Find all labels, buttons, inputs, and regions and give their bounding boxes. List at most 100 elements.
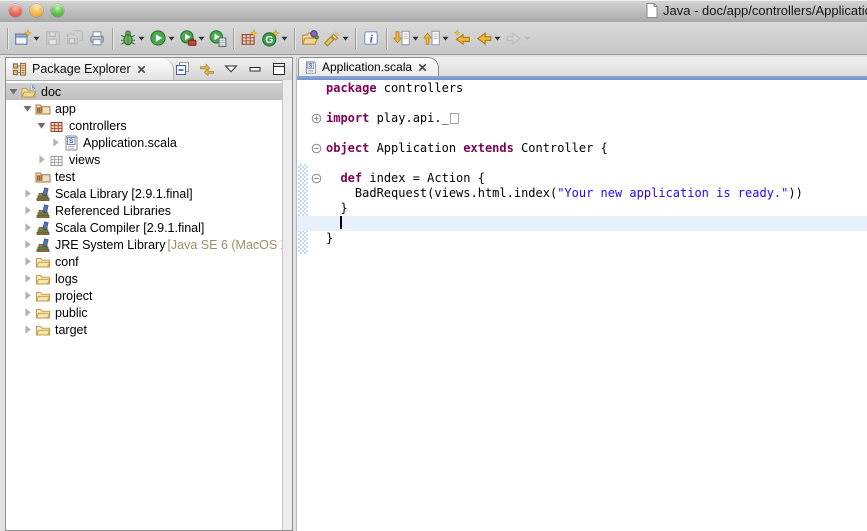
run-button[interactable] xyxy=(147,26,177,51)
package-explorer-scrollbar[interactable] xyxy=(282,80,292,530)
run-coverage-button[interactable] xyxy=(207,26,229,51)
code-line-9[interactable]: } xyxy=(297,201,867,216)
code-line-1[interactable]: package controllers xyxy=(297,81,867,96)
open-task-button[interactable] xyxy=(299,26,321,51)
code-line-7[interactable]: def index = Action { xyxy=(297,171,867,186)
editor-tab-application-scala[interactable]: S Application.scala xyxy=(298,57,439,76)
tree-item-target[interactable]: target xyxy=(6,321,283,338)
debug-icon xyxy=(119,29,137,47)
tree-item-scala-library-2-9-1-final[interactable]: Scala Library [2.9.1.final] xyxy=(6,185,283,202)
tree-item-public[interactable]: public xyxy=(6,304,283,321)
code-line-11[interactable]: } xyxy=(297,231,867,246)
folded-region-box[interactable] xyxy=(450,113,459,124)
code-line-6[interactable] xyxy=(297,156,867,171)
dropdown-arrow-icon[interactable] xyxy=(442,36,449,41)
code-line-3[interactable]: import play.api._ xyxy=(297,111,867,126)
tree-item-label: Scala Compiler [2.9.1.final] xyxy=(53,221,204,235)
dropdown-arrow-icon[interactable] xyxy=(412,36,419,41)
expand-arrow-icon[interactable] xyxy=(22,324,33,335)
dropdown-arrow-icon[interactable] xyxy=(524,36,531,41)
expand-arrow-icon[interactable] xyxy=(22,188,33,199)
collapse-arrow-icon[interactable] xyxy=(8,86,19,97)
folder-icon xyxy=(35,254,51,270)
dropdown-arrow-icon[interactable] xyxy=(33,36,40,41)
expand-arrow-icon[interactable] xyxy=(36,154,47,165)
code-editor[interactable]: package controllers import play.api._obje… xyxy=(297,80,867,531)
dropdown-arrow-icon[interactable] xyxy=(281,36,288,41)
minimize-window-button[interactable] xyxy=(30,4,43,17)
new-java-class-button[interactable]: G xyxy=(260,26,290,51)
expand-arrow-icon[interactable] xyxy=(22,222,33,233)
dropdown-arrow-icon[interactable] xyxy=(138,36,145,41)
dropdown-arrow-icon[interactable] xyxy=(168,36,175,41)
tree-item-views[interactable]: views xyxy=(6,151,283,168)
tree-item-jre-system-library[interactable]: JRE System Library [Java SE 6 (MacOS X D… xyxy=(6,236,283,253)
package-explorer-header: Package Explorer xyxy=(6,58,292,81)
package-explorer-tab[interactable]: Package Explorer xyxy=(6,58,174,80)
tree-item-conf[interactable]: conf xyxy=(6,253,283,270)
expand-arrow-icon[interactable] xyxy=(22,205,33,216)
expand-arrow-icon[interactable] xyxy=(22,256,33,267)
code-line-5[interactable]: object Application extends Controller { xyxy=(297,141,867,156)
fold-minus-icon[interactable] xyxy=(311,173,322,184)
next-annotation-button[interactable] xyxy=(391,26,421,51)
scala-file-icon: S xyxy=(63,135,79,151)
collapse-all-button[interactable] xyxy=(175,61,191,77)
code-line-10[interactable] xyxy=(297,216,867,231)
code-line-2[interactable] xyxy=(297,96,867,111)
code-token: package xyxy=(326,81,377,95)
run-external-tools-button[interactable] xyxy=(177,26,207,51)
link-with-editor-button[interactable] xyxy=(199,61,215,77)
fold-plus-icon[interactable] xyxy=(311,113,322,124)
code-token: extends xyxy=(463,141,514,155)
tree-item-test[interactable]: test xyxy=(6,168,283,185)
expand-arrow-icon[interactable] xyxy=(50,137,61,148)
back-button[interactable] xyxy=(473,26,503,51)
tree-item-doc[interactable]: Sdoc xyxy=(6,83,283,100)
collapse-arrow-icon[interactable] xyxy=(22,103,33,114)
zoom-window-button[interactable] xyxy=(51,4,64,17)
tree-item-app[interactable]: app xyxy=(6,100,283,117)
new-java-package-button[interactable] xyxy=(238,26,260,51)
close-view-icon[interactable] xyxy=(136,64,147,75)
collapse-arrow-icon[interactable] xyxy=(36,120,47,131)
code-line-4[interactable] xyxy=(297,126,867,141)
expand-arrow-icon[interactable] xyxy=(22,273,33,284)
source-folder-icon xyxy=(35,101,51,117)
expand-arrow-icon[interactable] xyxy=(22,239,33,250)
expand-arrow-icon[interactable] xyxy=(22,290,33,301)
info-button[interactable]: i xyxy=(360,26,382,51)
tree-item-application-scala[interactable]: SApplication.scala xyxy=(6,134,283,151)
toolbar-separator xyxy=(355,28,356,49)
fold-minus-icon[interactable] xyxy=(311,143,322,154)
dropdown-arrow-icon[interactable] xyxy=(198,36,205,41)
tree-item-controllers[interactable]: controllers xyxy=(6,117,283,134)
maximize-button[interactable] xyxy=(271,61,287,77)
text-cursor xyxy=(340,216,342,229)
new-wizard-button[interactable] xyxy=(12,26,42,51)
search-button[interactable] xyxy=(321,26,351,51)
code-line-8[interactable]: BadRequest(views.html.index("Your new ap… xyxy=(297,186,867,201)
close-tab-icon[interactable] xyxy=(417,62,428,73)
print-button[interactable] xyxy=(86,26,108,51)
view-menu-button[interactable] xyxy=(223,61,239,77)
minimize-button[interactable] xyxy=(247,61,263,77)
code-token: play.api._ xyxy=(369,111,448,125)
expand-arrow-icon[interactable] xyxy=(22,307,33,318)
maximize-icon xyxy=(271,61,287,77)
tree-item-project[interactable]: project xyxy=(6,287,283,304)
dropdown-arrow-icon[interactable] xyxy=(342,36,349,41)
dropdown-arrow-icon[interactable] xyxy=(494,36,501,41)
close-window-button[interactable] xyxy=(9,4,22,17)
tree-item-logs[interactable]: logs xyxy=(6,270,283,287)
debug-button[interactable] xyxy=(117,26,147,51)
tree-item-referenced-libraries[interactable]: Referenced Libraries xyxy=(6,202,283,219)
title-bar[interactable]: Java - doc/app/controllers/Application.s… xyxy=(0,0,867,23)
package-explorer-icon xyxy=(12,62,27,77)
last-edit-location-button[interactable] xyxy=(451,26,473,51)
code-token: Application xyxy=(369,141,463,155)
folder-icon xyxy=(35,288,51,304)
tree-item-scala-compiler-2-9-1-final[interactable]: Scala Compiler [2.9.1.final] xyxy=(6,219,283,236)
previous-annotation-button[interactable] xyxy=(421,26,451,51)
library-icon xyxy=(35,186,51,202)
